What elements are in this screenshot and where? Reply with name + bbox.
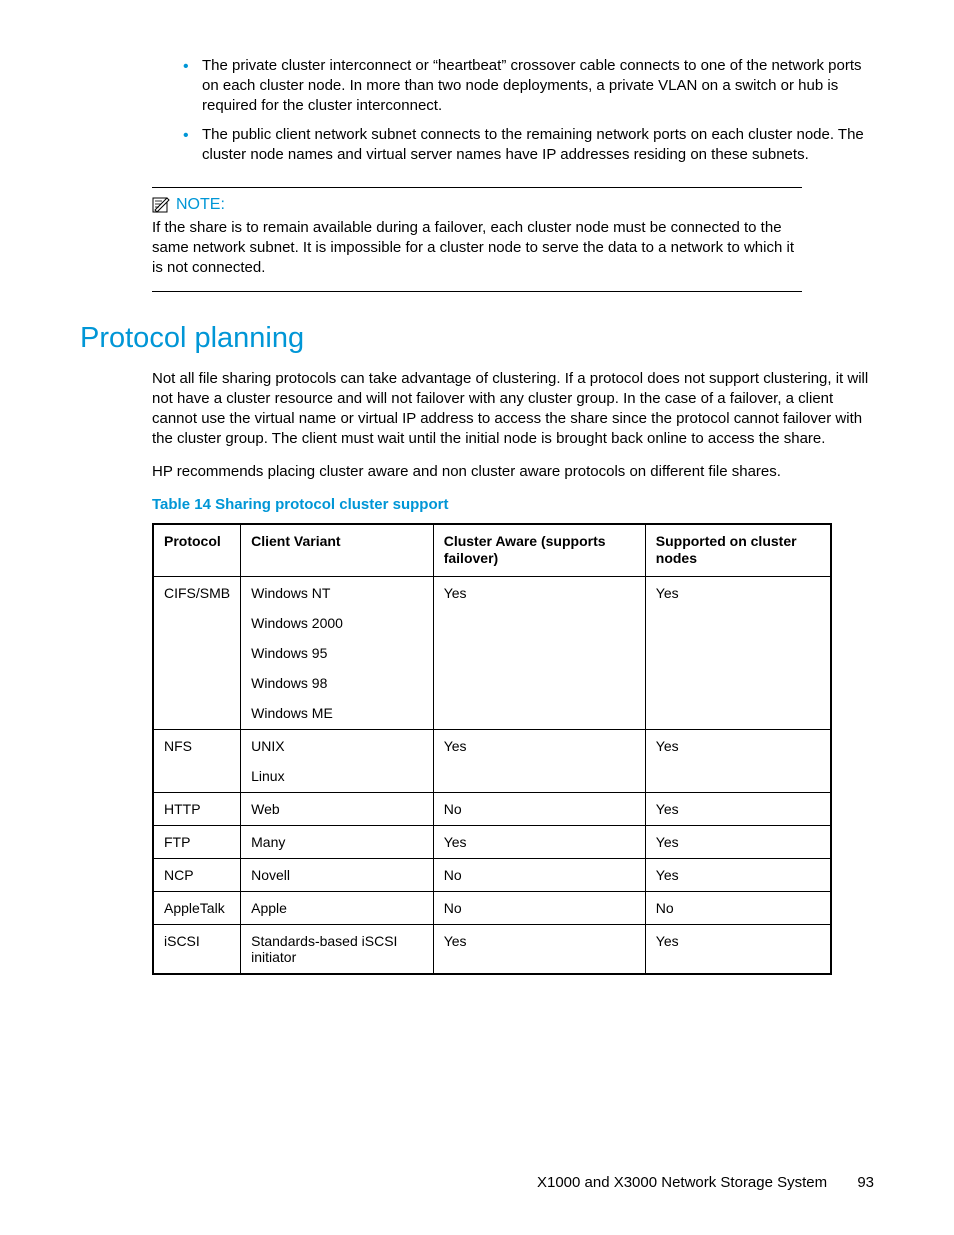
cell-protocol: NCP	[153, 858, 241, 891]
variant-line: Windows ME	[251, 705, 423, 721]
section-heading: Protocol planning	[80, 322, 874, 355]
note-block: NOTE: If the share is to remain availabl…	[152, 187, 802, 292]
table-header: Client Variant	[241, 524, 434, 577]
body-paragraph: HP recommends placing cluster aware and …	[152, 462, 874, 482]
cell-protocol: iSCSI	[153, 924, 241, 974]
cell-aware: No	[433, 858, 645, 891]
footer-title: X1000 and X3000 Network Storage System	[537, 1174, 827, 1191]
cell-protocol: FTP	[153, 825, 241, 858]
variant-line: Windows 2000	[251, 615, 423, 631]
table-row: CIFS/SMB Windows NT Windows 2000 Windows 95…	[153, 576, 831, 729]
cell-aware: Yes	[433, 924, 645, 974]
cell-supported: Yes	[645, 792, 831, 825]
variant-line: Novell	[251, 867, 423, 883]
page-footer: X1000 and X3000 Network Storage System 9…	[537, 1174, 874, 1191]
cell-variant: Many	[241, 825, 434, 858]
table-row: FTP Many YesYes	[153, 825, 831, 858]
variant-line: Windows NT	[251, 585, 423, 601]
variant-line: Standards-based iSCSI initiator	[251, 933, 423, 965]
divider	[152, 291, 802, 292]
note-icon	[152, 197, 170, 213]
cell-aware: Yes	[433, 729, 645, 792]
body-paragraph: Not all file sharing protocols can take …	[152, 369, 874, 450]
table-row: NCP Novell NoYes	[153, 858, 831, 891]
table-row: NFS UNIX Linux YesYes	[153, 729, 831, 792]
cell-protocol: CIFS/SMB	[153, 576, 241, 729]
page: The private cluster interconnect or “hea…	[0, 0, 954, 1235]
variant-line: Windows 95	[251, 645, 423, 661]
cell-variant: Web	[241, 792, 434, 825]
cell-variant: Standards-based iSCSI initiator	[241, 924, 434, 974]
variant-line: Apple	[251, 900, 423, 916]
cell-variant: Windows NT Windows 2000 Windows 95 Windows …	[241, 576, 434, 729]
cell-variant: Apple	[241, 891, 434, 924]
protocol-table: Protocol Client Variant Cluster Aware (s…	[152, 523, 832, 975]
variant-line: Windows 98	[251, 675, 423, 691]
page-number: 93	[857, 1174, 874, 1191]
table-header-row: Protocol Client Variant Cluster Aware (s…	[153, 524, 831, 577]
variant-line: Web	[251, 801, 423, 817]
cell-protocol: NFS	[153, 729, 241, 792]
table-header: Cluster Aware (supports failover)	[433, 524, 645, 577]
cell-aware: No	[433, 792, 645, 825]
table-header: Supported on cluster nodes	[645, 524, 831, 577]
cell-protocol: HTTP	[153, 792, 241, 825]
table-row: AppleTalk Apple NoNo	[153, 891, 831, 924]
cell-protocol: AppleTalk	[153, 891, 241, 924]
table-caption: Table 14 Sharing protocol cluster suppor…	[152, 496, 874, 513]
variant-line: Many	[251, 834, 423, 850]
table-header: Protocol	[153, 524, 241, 577]
variant-line: Linux	[251, 768, 423, 784]
variant-line: UNIX	[251, 738, 423, 754]
cell-supported: Yes	[645, 858, 831, 891]
table-row: HTTP Web NoYes	[153, 792, 831, 825]
cell-aware: No	[433, 891, 645, 924]
divider	[152, 187, 802, 188]
cell-aware: Yes	[433, 825, 645, 858]
cell-supported: No	[645, 891, 831, 924]
cell-supported: Yes	[645, 576, 831, 729]
cell-supported: Yes	[645, 924, 831, 974]
cell-variant: Novell	[241, 858, 434, 891]
note-heading: NOTE:	[152, 196, 802, 214]
bullet-item: The public client network subnet connect…	[180, 125, 874, 165]
cell-supported: Yes	[645, 729, 831, 792]
cell-aware: Yes	[433, 576, 645, 729]
cell-supported: Yes	[645, 825, 831, 858]
cell-variant: UNIX Linux	[241, 729, 434, 792]
bullet-list: The private cluster interconnect or “hea…	[80, 56, 874, 165]
table-row: iSCSI Standards-based iSCSI initiator YesY…	[153, 924, 831, 974]
note-label: NOTE:	[176, 196, 225, 214]
bullet-item: The private cluster interconnect or “hea…	[180, 56, 874, 115]
note-body: If the share is to remain available duri…	[152, 218, 802, 279]
